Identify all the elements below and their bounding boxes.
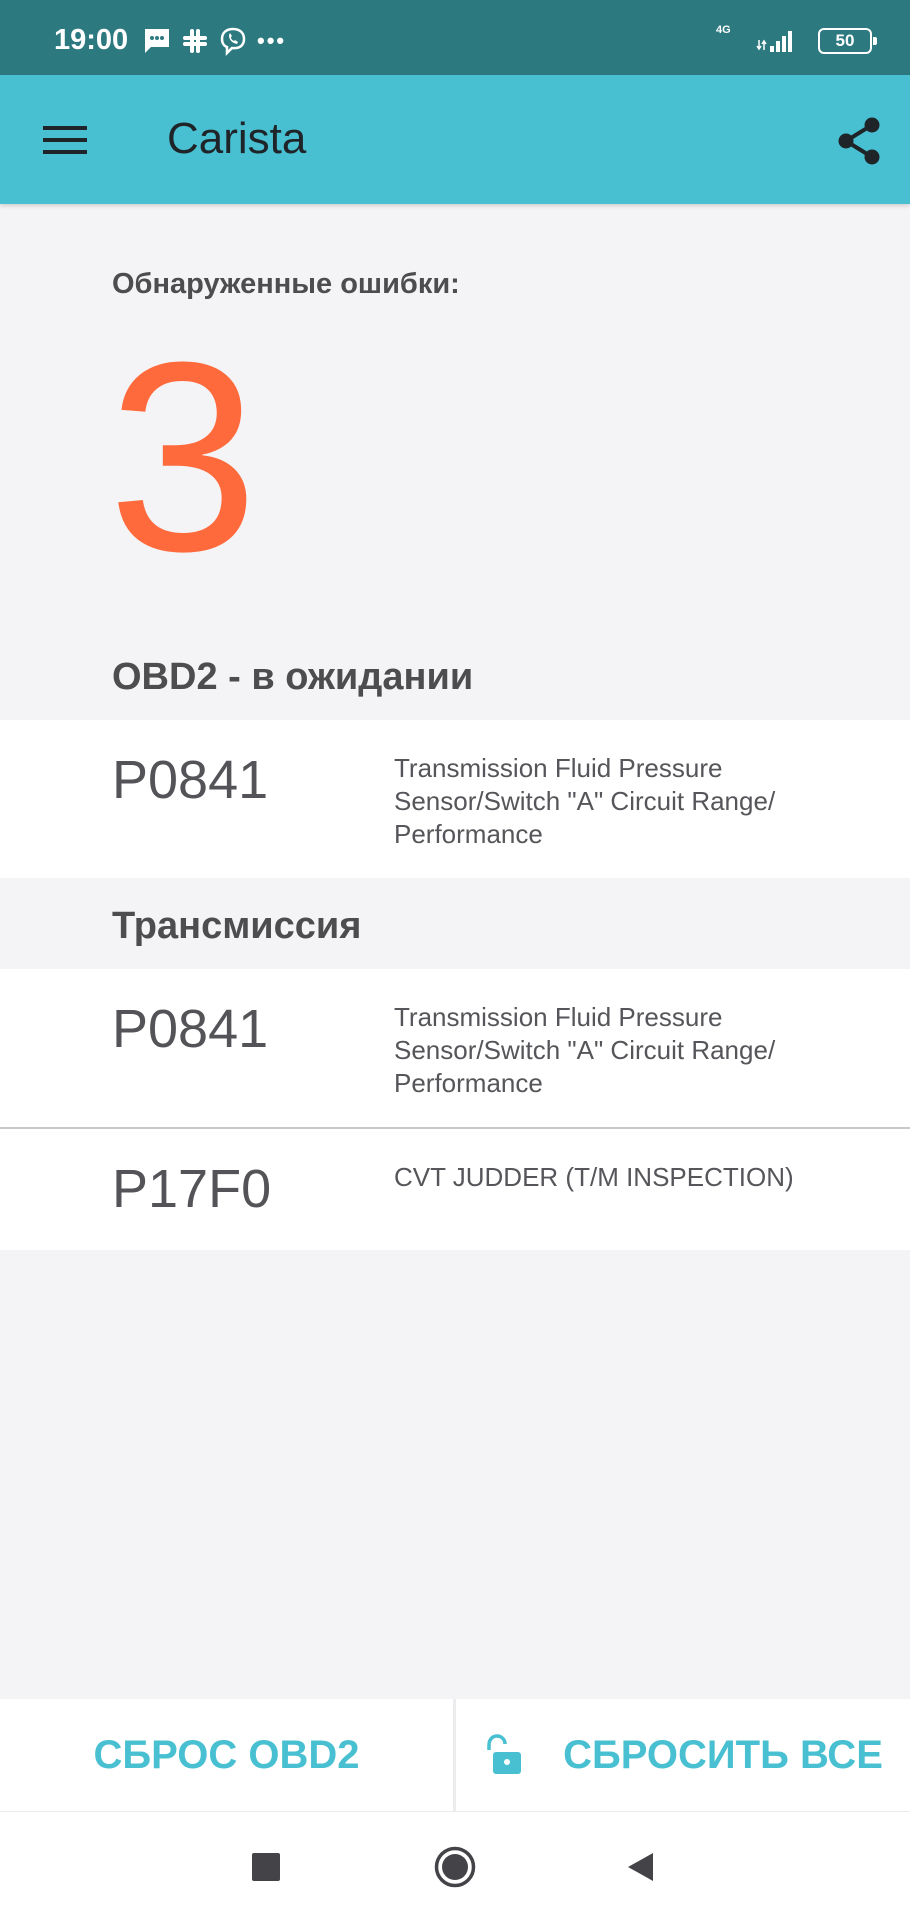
error-code: P0841: [112, 999, 269, 1059]
error-code: P0841: [112, 750, 269, 810]
menu-button[interactable]: [36, 115, 94, 165]
more-notifications-icon: •••: [257, 28, 287, 53]
error-row[interactable]: P0841 Transmission Fluid Pressure Sensor…: [0, 720, 910, 878]
message-icon: [142, 27, 172, 55]
error-count: 3: [108, 307, 259, 608]
status-bar: 19:00 ••• 4G 50: [0, 0, 910, 75]
errors-found-label: Обнаруженные ошибки:: [112, 268, 460, 300]
error-row[interactable]: P17F0 CVT JUDDER (T/M INSPECTION): [0, 1129, 910, 1250]
hamburger-menu-icon: [43, 126, 87, 154]
square-icon: [252, 1853, 280, 1881]
error-description: CVT JUDDER (T/M INSPECTION): [394, 1162, 794, 1192]
app-title: Carista: [167, 114, 307, 163]
slack-icon: [181, 27, 209, 55]
section-title-transmission: Трансмиссия: [112, 905, 362, 947]
error-code: P17F0: [112, 1159, 272, 1219]
error-description: Transmission Fluid Pressure Sensor/Switc…: [394, 753, 776, 849]
circle-icon: [434, 1846, 476, 1888]
home-button[interactable]: [430, 1842, 480, 1892]
back-button[interactable]: [616, 1842, 666, 1892]
network-type: 4G: [716, 24, 731, 36]
unlock-icon: [483, 1734, 523, 1776]
reset-obd2-button[interactable]: СБРОС OBD2: [0, 1699, 453, 1811]
app-bar: Carista: [0, 75, 910, 204]
status-time: 19:00: [54, 24, 129, 56]
share-button[interactable]: [830, 112, 888, 170]
reset-all-label: СБРОСИТЬ ВСЕ: [563, 1732, 883, 1777]
signal-icon: 4G: [716, 24, 802, 56]
section-title-obd2: OBD2 - в ожидании: [112, 656, 474, 698]
recent-apps-button[interactable]: [241, 1842, 291, 1892]
battery-indicator: 50: [818, 28, 877, 54]
reset-obd2-label: СБРОС OBD2: [93, 1732, 360, 1777]
triangle-back-icon: [628, 1853, 653, 1881]
error-row[interactable]: P0841 Transmission Fluid Pressure Sensor…: [0, 969, 910, 1127]
viber-icon: [218, 26, 248, 56]
error-description: Transmission Fluid Pressure Sensor/Switc…: [394, 1002, 776, 1098]
system-status-icons: 4G 50: [716, 24, 877, 58]
share-icon: [838, 117, 880, 165]
reset-all-button[interactable]: СБРОСИТЬ ВСЕ: [456, 1699, 910, 1811]
notification-icons: •••: [142, 24, 295, 58]
system-nav-bar: [0, 1811, 910, 1920]
action-bar: СБРОС OBD2 СБРОСИТЬ ВСЕ: [0, 1699, 910, 1811]
